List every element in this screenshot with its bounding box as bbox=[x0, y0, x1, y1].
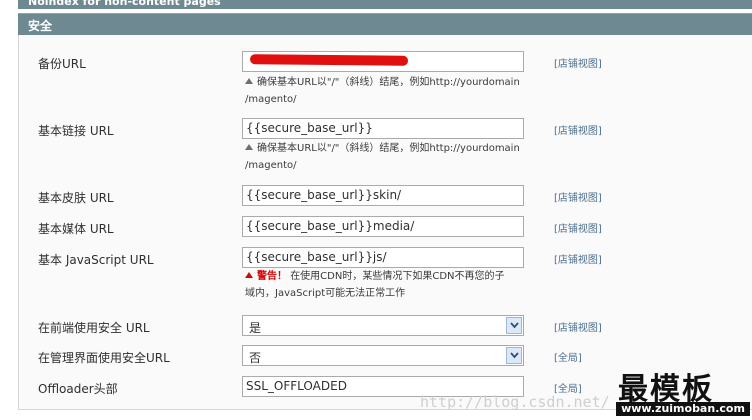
offloader-header-label: Offloader头部 bbox=[38, 382, 118, 396]
base-skin-url-scope: [店铺视图] bbox=[554, 193, 602, 204]
chevron-down-icon[interactable] bbox=[506, 317, 522, 334]
base-js-url-scope: [店铺视图] bbox=[554, 255, 602, 266]
base-link-url-label: 基本链接 URL bbox=[38, 124, 114, 138]
base-skin-url-label: 基本皮肤 URL bbox=[38, 191, 114, 205]
note-line: 确保基本URL以"/"（斜线）结尾，例如http://yourdomain bbox=[257, 77, 520, 88]
url-watermark: http://blog.csdn.net/ bbox=[420, 393, 610, 411]
admin-secure-url-scope: [全局] bbox=[554, 353, 582, 364]
collapsed-section-title: Noindex for non-content pages bbox=[28, 0, 221, 8]
chevron-down-icon[interactable] bbox=[506, 347, 522, 364]
note-line: 在使用CDN时，某些情况下如果CDN不再您的子 bbox=[290, 271, 505, 282]
note-arrow-icon bbox=[245, 78, 253, 84]
base-js-url-input[interactable]: {{secure_base_url}}js/ bbox=[242, 247, 524, 268]
frontend-secure-url-select[interactable]: 是 bbox=[242, 315, 524, 336]
selected-value: 否 bbox=[249, 351, 262, 365]
base-media-url-label: 基本媒体 URL bbox=[38, 222, 114, 236]
redaction-mark bbox=[249, 54, 409, 66]
selected-value: 是 bbox=[249, 321, 262, 335]
note-line: 域内，JavaScript可能无法正常工作 bbox=[245, 288, 406, 299]
admin-secure-url-select[interactable]: 否 bbox=[242, 345, 524, 366]
base-js-url-label: 基本 JavaScript URL bbox=[38, 253, 154, 267]
base-js-url-warning: 警告！ 在使用CDN时，某些情况下如果CDN不再您的子 域内，JavaScrip… bbox=[245, 268, 535, 302]
backup-url-note: 确保基本URL以"/"（斜线）结尾，例如http://yourdomain /m… bbox=[245, 74, 535, 108]
base-link-url-input[interactable]: {{secure_base_url}} bbox=[242, 118, 524, 139]
base-link-url-scope: [店铺视图] bbox=[554, 126, 602, 137]
base-link-url-note: 确保基本URL以"/"（斜线）结尾，例如http://yourdomain /m… bbox=[245, 140, 535, 174]
note-line: 确保基本URL以"/"（斜线）结尾，例如http://yourdomain bbox=[257, 143, 520, 154]
frontend-secure-url-label: 在前端使用安全 URL bbox=[38, 321, 150, 335]
note-line: /magento/ bbox=[245, 160, 297, 171]
backup-url-scope: [店铺视图] bbox=[554, 59, 602, 70]
site-logo-url: www.zuimoban.com bbox=[616, 402, 750, 416]
note-line: /magento/ bbox=[245, 94, 297, 105]
section-header-secure[interactable]: 安全 bbox=[18, 13, 752, 35]
warning-label: 警告！ bbox=[257, 271, 287, 282]
admin-secure-url-label: 在管理界面使用安全URL bbox=[38, 351, 170, 365]
warning-arrow-icon bbox=[245, 272, 253, 278]
base-skin-url-input[interactable]: {{secure_base_url}}skin/ bbox=[242, 185, 524, 206]
section-title: 安全 bbox=[28, 19, 53, 33]
base-media-url-input[interactable]: {{secure_base_url}}media/ bbox=[242, 216, 524, 237]
frontend-secure-url-scope: [店铺视图] bbox=[554, 323, 602, 334]
base-media-url-scope: [店铺视图] bbox=[554, 224, 602, 235]
backup-url-label: 备份URL bbox=[38, 57, 86, 71]
collapsed-section-bar[interactable]: Noindex for non-content pages bbox=[18, 0, 752, 9]
note-arrow-icon bbox=[245, 144, 253, 150]
